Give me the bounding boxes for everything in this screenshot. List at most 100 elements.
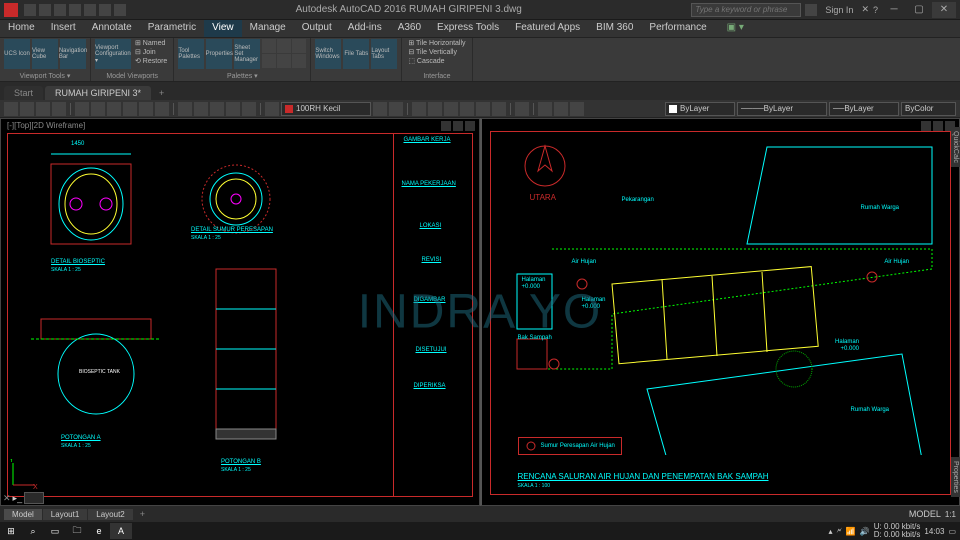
qat-undo-icon[interactable] xyxy=(99,4,111,16)
qat-new-icon[interactable] xyxy=(24,4,36,16)
exchange-icon[interactable]: ✕ xyxy=(861,4,869,15)
tab-home[interactable]: Home xyxy=(0,20,43,37)
tab-featured[interactable]: Featured Apps xyxy=(507,20,588,37)
panel-label[interactable]: Viewport Tools ▾ xyxy=(4,72,86,80)
switch-windows-button[interactable]: Switch Windows xyxy=(315,39,341,69)
vp-max-icon[interactable] xyxy=(453,121,463,131)
right-viewport[interactable]: UTARA Pekarangan Rumah Warga Rumah Warga xyxy=(480,118,960,506)
tool-icon[interactable] xyxy=(123,102,137,116)
tool-icon[interactable] xyxy=(36,102,50,116)
layer-dropdown[interactable]: 100RH Kecil xyxy=(281,102,371,116)
tool-icon[interactable] xyxy=(538,102,552,116)
start-button[interactable]: ⊞ xyxy=(0,523,22,539)
tool-icon[interactable] xyxy=(373,102,387,116)
drawing-area[interactable]: [-][Top][2D Wireframe] 1450 DETAIL BIOSE… xyxy=(0,118,960,506)
search-icon[interactable]: ⌕ xyxy=(22,523,44,539)
tab-a360[interactable]: A360 xyxy=(390,20,429,37)
clock[interactable]: 14:03 xyxy=(924,527,944,536)
close-button[interactable]: ✕ xyxy=(932,2,956,18)
add-layout-button[interactable]: + xyxy=(134,508,151,520)
viewport-config-button[interactable]: Viewport Configuration ▾ xyxy=(95,39,131,69)
tab-addins[interactable]: Add-ins xyxy=(340,20,390,37)
tray-wifi-icon[interactable]: 📶 xyxy=(846,527,856,536)
ucs-icon-button[interactable]: UCS Icon xyxy=(4,39,30,69)
properties-panel-tab[interactable]: Properties xyxy=(951,457,960,497)
palette-icon[interactable] xyxy=(262,39,276,53)
drawing-tab[interactable]: RUMAH GIRIPENI 3* xyxy=(45,86,151,100)
tool-icon[interactable] xyxy=(476,102,490,116)
vp-min-icon[interactable] xyxy=(921,121,931,131)
tab-performance[interactable]: Performance xyxy=(641,20,714,37)
palette-icon[interactable] xyxy=(292,54,306,68)
tab-insert[interactable]: Insert xyxy=(43,20,84,37)
signin-avatar-icon[interactable] xyxy=(805,4,817,16)
tool-icon[interactable] xyxy=(444,102,458,116)
panel-label[interactable]: Palettes ▾ xyxy=(178,72,306,80)
tray-volume-icon[interactable]: 🔊 xyxy=(860,527,870,536)
tool-icon[interactable] xyxy=(428,102,442,116)
model-tab[interactable]: Model xyxy=(4,509,42,520)
tool-icon[interactable] xyxy=(570,102,584,116)
join-button[interactable]: ⊟ Join xyxy=(133,48,169,56)
tool-palettes-button[interactable]: Tool Palettes xyxy=(178,39,204,69)
taskview-icon[interactable]: ▭ xyxy=(44,523,66,539)
explorer-icon[interactable]: 🗀 xyxy=(66,523,88,539)
tool-icon[interactable] xyxy=(75,102,89,116)
qat-redo-icon[interactable] xyxy=(114,4,126,16)
tray-net-icon[interactable]: ▴ xyxy=(828,527,832,536)
tab-parametric[interactable]: Parametric xyxy=(140,20,204,37)
tool-icon[interactable] xyxy=(515,102,529,116)
tool-icon[interactable] xyxy=(4,102,18,116)
color-dropdown[interactable]: ByLayer xyxy=(665,102,735,116)
scale-display[interactable]: 1:1 xyxy=(941,510,960,519)
tab-annotate[interactable]: Annotate xyxy=(84,20,140,37)
lineweight-dropdown[interactable]: ── ByLayer xyxy=(829,102,899,116)
autocad-taskbar-icon[interactable]: A xyxy=(110,523,132,539)
layout1-tab[interactable]: Layout1 xyxy=(43,509,87,520)
tool-icon[interactable] xyxy=(492,102,506,116)
sheetset-button[interactable]: Sheet Set Manager xyxy=(234,39,260,69)
tool-icon[interactable] xyxy=(554,102,568,116)
tool-icon[interactable] xyxy=(242,102,256,116)
tool-icon[interactable] xyxy=(460,102,474,116)
command-line[interactable]: ✕ ▸_ xyxy=(3,491,44,505)
tab-expand-icon[interactable]: ▣ ▾ xyxy=(719,20,752,37)
search-input[interactable] xyxy=(691,3,801,17)
quickcalc-panel-tab[interactable]: QuickCalc xyxy=(951,127,960,167)
notification-icon[interactable]: ▭ xyxy=(948,527,956,536)
edge-icon[interactable]: e xyxy=(88,523,110,539)
qat-saveas-icon[interactable] xyxy=(69,4,81,16)
tool-icon[interactable] xyxy=(139,102,153,116)
viewcube-button[interactable]: View Cube xyxy=(32,39,58,69)
tool-icon[interactable] xyxy=(194,102,208,116)
tab-view[interactable]: View xyxy=(204,20,242,37)
tab-manage[interactable]: Manage xyxy=(242,20,294,37)
cascade-button[interactable]: ⬚ Cascade xyxy=(406,57,467,65)
signin-link[interactable]: Sign In xyxy=(825,5,853,15)
layout2-tab[interactable]: Layout2 xyxy=(88,509,132,520)
palette-icon[interactable] xyxy=(277,54,291,68)
tool-icon[interactable] xyxy=(389,102,403,116)
vp-close-icon[interactable] xyxy=(465,121,475,131)
restore-button[interactable]: ⟲ Restore xyxy=(133,57,169,65)
tool-icon[interactable] xyxy=(91,102,105,116)
tile-h-button[interactable]: ⊞ Tile Horizontally xyxy=(406,39,467,47)
vp-max-icon[interactable] xyxy=(933,121,943,131)
tool-icon[interactable] xyxy=(155,102,169,116)
tab-output[interactable]: Output xyxy=(294,20,340,37)
tray-battery-icon[interactable]: 🗲 xyxy=(836,526,841,536)
palette-icon[interactable] xyxy=(277,39,291,53)
qat-save-icon[interactable] xyxy=(54,4,66,16)
qat-open-icon[interactable] xyxy=(39,4,51,16)
tool-icon[interactable] xyxy=(412,102,426,116)
start-tab[interactable]: Start xyxy=(4,86,43,100)
navbar-button[interactable]: Navigation Bar xyxy=(60,39,86,69)
tab-bim360[interactable]: BIM 360 xyxy=(588,20,641,37)
viewport-label[interactable]: [-][Top][2D Wireframe] xyxy=(7,121,85,130)
linetype-dropdown[interactable]: ──── ByLayer xyxy=(737,102,827,116)
qat-print-icon[interactable] xyxy=(84,4,96,16)
minimize-button[interactable]: ─ xyxy=(882,2,906,18)
add-tab-button[interactable]: + xyxy=(153,86,170,100)
tool-icon[interactable] xyxy=(52,102,66,116)
maximize-button[interactable]: ▢ xyxy=(907,2,931,18)
